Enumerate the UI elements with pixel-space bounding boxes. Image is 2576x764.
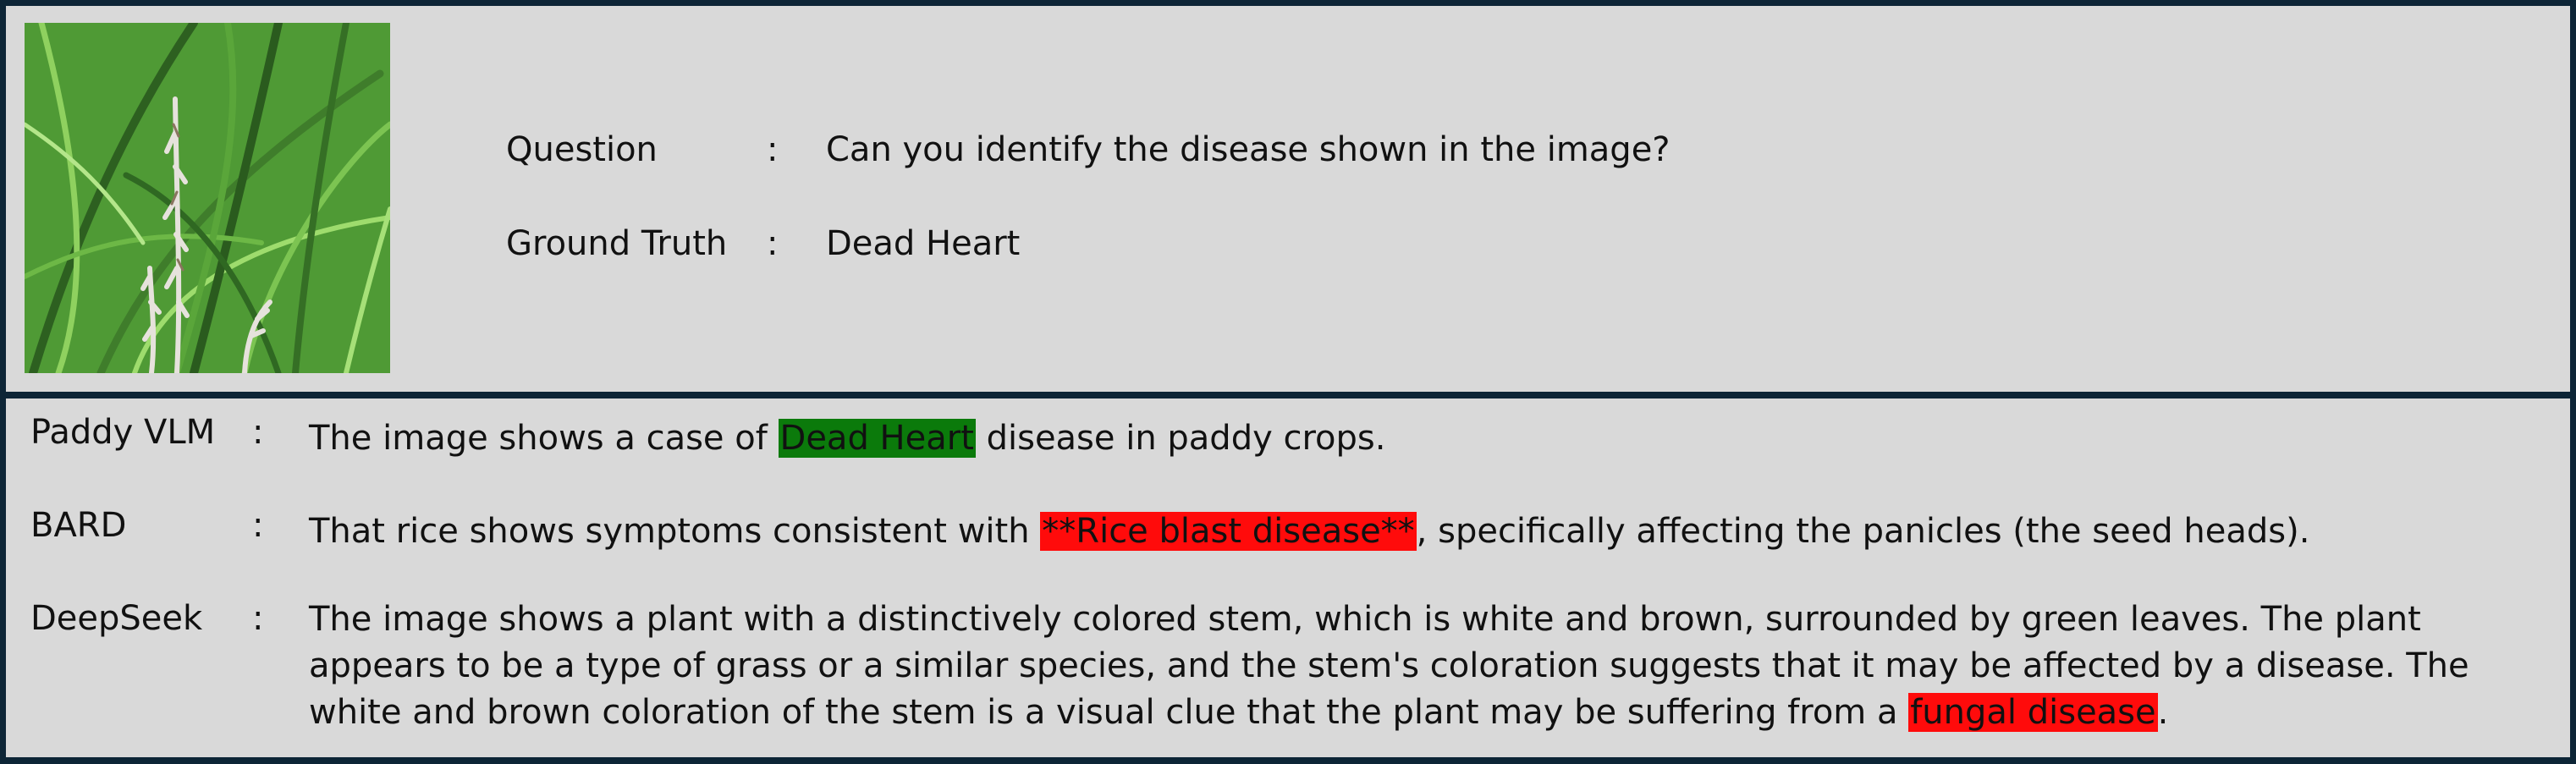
question-colon: : <box>767 130 779 169</box>
response-text-after: disease in paddy crops. <box>986 419 1386 458</box>
question-text: Can you identify the disease shown in th… <box>826 130 1671 169</box>
highlight-incorrect: fungal disease <box>1908 693 2158 732</box>
response-text-after: , specifically affecting the panicles (t… <box>1416 512 2310 551</box>
model-colon: : <box>252 599 264 638</box>
ground-truth-text: Dead Heart <box>826 224 1021 263</box>
model-colon: : <box>252 506 264 545</box>
response-bard: That rice shows symptoms consistent with… <box>309 508 2560 555</box>
highlight-correct: Dead Heart <box>778 419 976 458</box>
response-text-after: . <box>2157 693 2169 732</box>
highlight-incorrect: **Rice blast disease** <box>1040 512 1417 551</box>
model-colon: : <box>252 413 264 452</box>
response-text-before: The image shows a case of <box>309 419 768 458</box>
response-text-before: That rice shows symptoms consistent with <box>309 512 1030 551</box>
question-panel: Question : Can you identify the disease … <box>6 6 2570 392</box>
ground-truth-label: Ground Truth <box>506 224 728 263</box>
model-label-deepseek: DeepSeek <box>30 599 203 638</box>
model-label-bard: BARD <box>30 506 127 545</box>
question-label: Question <box>506 130 658 169</box>
response-deepseek: The image shows a plant with a distincti… <box>309 596 2560 736</box>
response-paddy-vlm: The image shows a case of Dead Heart dis… <box>309 415 2560 462</box>
model-label-paddy-vlm: Paddy VLM <box>30 413 216 452</box>
responses-panel: Paddy VLM : The image shows a case of De… <box>6 398 2570 757</box>
ground-truth-colon: : <box>767 224 779 263</box>
rice-plant-image <box>25 23 390 373</box>
